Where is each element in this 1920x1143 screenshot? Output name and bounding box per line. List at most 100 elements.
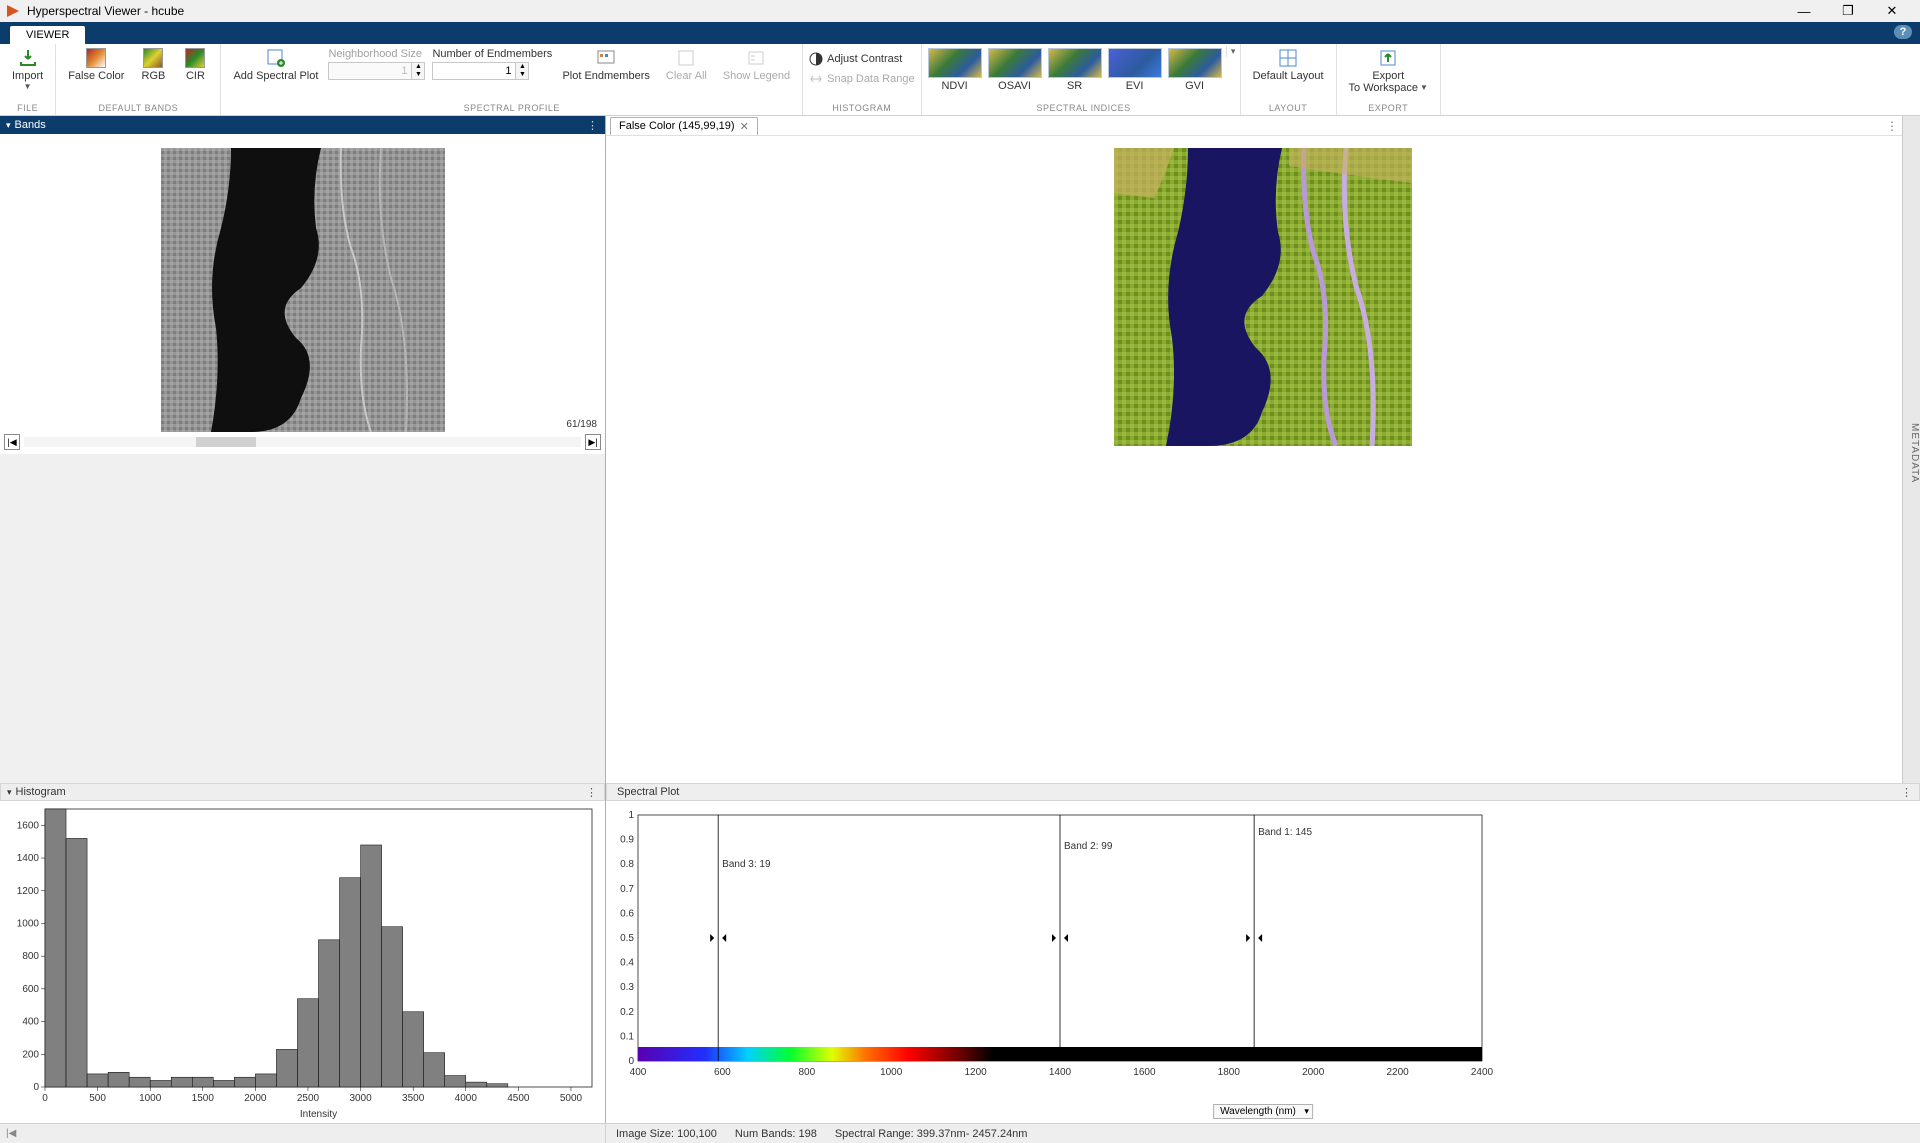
histogram-panel-header[interactable]: ▾ Histogram ⋮ <box>0 783 605 801</box>
svg-text:600: 600 <box>714 1067 731 1078</box>
panel-menu-button[interactable]: ⋮ <box>1901 786 1913 799</box>
ribbon-group-layout: Default Layout LAYOUT <box>1241 44 1337 115</box>
ribbon-group-spectral-profile: Add Spectral Plot Neighborhood Size ▲▼ N… <box>221 44 803 115</box>
svg-text:2400: 2400 <box>1471 1067 1494 1078</box>
svg-text:2200: 2200 <box>1386 1067 1409 1078</box>
index-evi[interactable]: EVI <box>1108 48 1162 92</box>
import-icon <box>18 48 38 68</box>
svg-text:1000: 1000 <box>17 918 40 929</box>
default-layout-button[interactable]: Default Layout <box>1247 46 1330 84</box>
band-counter: 61/198 <box>566 419 597 430</box>
bands-panel-header[interactable]: ▾ Bands ⋮ <box>0 116 605 134</box>
svg-text:2500: 2500 <box>297 1093 320 1104</box>
maximize-button[interactable]: ❐ <box>1835 1 1861 21</box>
panel-menu-button[interactable]: ⋮ <box>586 786 598 799</box>
svg-text:1000: 1000 <box>139 1093 162 1104</box>
snap-data-range-button[interactable]: Snap Data Range <box>809 70 914 88</box>
clear-all-button[interactable]: Clear All <box>660 46 713 84</box>
svg-text:0.6: 0.6 <box>620 908 634 919</box>
svg-text:0.3: 0.3 <box>620 982 634 993</box>
svg-text:400: 400 <box>630 1067 647 1078</box>
band-image[interactable] <box>161 148 445 432</box>
evi-thumb-icon <box>1108 48 1162 78</box>
dropdown-caret-icon: ▼ <box>1420 82 1428 94</box>
false-color-button[interactable]: False Color <box>62 46 130 84</box>
document-tabs: False Color (145,99,19) ✕ ⋮ <box>606 116 1920 136</box>
false-color-icon <box>86 48 106 68</box>
false-color-tab[interactable]: False Color (145,99,19) ✕ <box>610 117 758 135</box>
close-tab-button[interactable]: ✕ <box>740 120 749 133</box>
spectral-plot-chart[interactable]: 00.10.20.30.40.50.60.70.80.9140060080010… <box>606 801 1920 1123</box>
cir-button[interactable]: CIR <box>176 46 214 84</box>
window-title: Hyperspectral Viewer - hcube <box>27 4 1791 18</box>
show-legend-button[interactable]: Show Legend <box>717 46 796 84</box>
svg-text:0: 0 <box>33 1082 39 1093</box>
axis-mode-select[interactable]: Wavelength (nm) <box>1213 1104 1313 1119</box>
false-color-image[interactable] <box>1114 148 1412 446</box>
svg-text:1600: 1600 <box>1133 1067 1156 1078</box>
svg-text:1200: 1200 <box>964 1067 987 1078</box>
spectral-plot-panel-header[interactable]: Spectral Plot ⋮ <box>606 783 1920 801</box>
add-spectral-plot-button[interactable]: Add Spectral Plot <box>227 46 324 84</box>
band-slider[interactable] <box>24 437 581 447</box>
svg-text:0: 0 <box>42 1093 48 1104</box>
dropdown-caret-icon: ▼ <box>24 82 32 91</box>
svg-text:0.5: 0.5 <box>620 933 634 944</box>
help-button[interactable]: ? <box>1894 25 1912 39</box>
prev-band-button[interactable]: |◀ <box>4 434 20 450</box>
tab-viewer[interactable]: VIEWER <box>10 26 85 44</box>
svg-text:1800: 1800 <box>1218 1067 1241 1078</box>
svg-text:400: 400 <box>22 1017 39 1028</box>
slider-thumb[interactable] <box>196 437 256 447</box>
contrast-icon <box>809 52 823 66</box>
import-button[interactable]: Import ▼ <box>6 46 49 93</box>
ribbon-group-default-bands: False Color RGB CIR DEFAULT BANDS <box>56 44 221 115</box>
minimize-button[interactable]: — <box>1791 1 1817 21</box>
svg-text:0.2: 0.2 <box>620 1007 634 1018</box>
status-prev-icon[interactable]: |◀ <box>6 1128 16 1139</box>
svg-text:1600: 1600 <box>17 820 40 831</box>
next-band-button[interactable]: ▶| <box>585 434 601 450</box>
clear-icon <box>676 48 696 68</box>
index-sr[interactable]: SR <box>1048 48 1102 92</box>
export-icon <box>1378 48 1398 68</box>
gvi-thumb-icon <box>1168 48 1222 78</box>
neighborhood-size-spinner[interactable]: ▲▼ <box>328 62 428 80</box>
adjust-contrast-button[interactable]: Adjust Contrast <box>809 50 914 68</box>
svg-text:800: 800 <box>22 951 39 962</box>
svg-text:0.8: 0.8 <box>620 859 634 870</box>
ndvi-thumb-icon <box>928 48 982 78</box>
indices-more-button[interactable]: ▾ <box>1226 46 1240 57</box>
ribbon: Import ▼ FILE False Color RGB CIR DEFAUL… <box>0 44 1920 116</box>
close-button[interactable]: ✕ <box>1879 1 1905 21</box>
status-image-size: Image Size: 100,100 <box>616 1128 717 1140</box>
rgb-button[interactable]: RGB <box>134 46 172 84</box>
index-osavi[interactable]: OSAVI <box>988 48 1042 92</box>
index-ndvi[interactable]: NDVI <box>928 48 982 92</box>
status-num-bands: Num Bands: 198 <box>735 1128 817 1140</box>
osavi-thumb-icon <box>988 48 1042 78</box>
svg-text:4500: 4500 <box>507 1093 530 1104</box>
ribbon-group-file: Import ▼ FILE <box>0 44 56 115</box>
num-endmembers-spinner[interactable]: ▲▼ <box>432 62 552 80</box>
svg-text:0.4: 0.4 <box>620 958 634 969</box>
svg-text:1500: 1500 <box>192 1093 215 1104</box>
panel-menu-button[interactable]: ⋮ <box>587 119 599 132</box>
svg-text:1000: 1000 <box>880 1067 903 1078</box>
svg-text:200: 200 <box>22 1049 39 1060</box>
legend-icon <box>746 48 766 68</box>
svg-text:5000: 5000 <box>560 1093 583 1104</box>
export-button[interactable]: Export To Workspace▼ <box>1343 46 1434 96</box>
collapse-icon: ▾ <box>6 120 11 131</box>
plot-endmembers-button[interactable]: Plot Endmembers <box>556 46 655 84</box>
title-bar: Hyperspectral Viewer - hcube — ❐ ✕ <box>0 0 1920 22</box>
histogram-chart[interactable]: 0200400600800100012001400160005001000150… <box>0 801 605 1123</box>
index-gvi[interactable]: GVI <box>1168 48 1222 92</box>
rgb-icon <box>143 48 163 68</box>
svg-text:1400: 1400 <box>1049 1067 1072 1078</box>
svg-text:2000: 2000 <box>1302 1067 1325 1078</box>
svg-text:Band 1: 145: Band 1: 145 <box>1258 827 1312 838</box>
svg-text:Band 2: 99: Band 2: 99 <box>1064 841 1113 852</box>
metadata-tab[interactable]: METADATA <box>1902 116 1920 783</box>
svg-text:600: 600 <box>22 984 39 995</box>
